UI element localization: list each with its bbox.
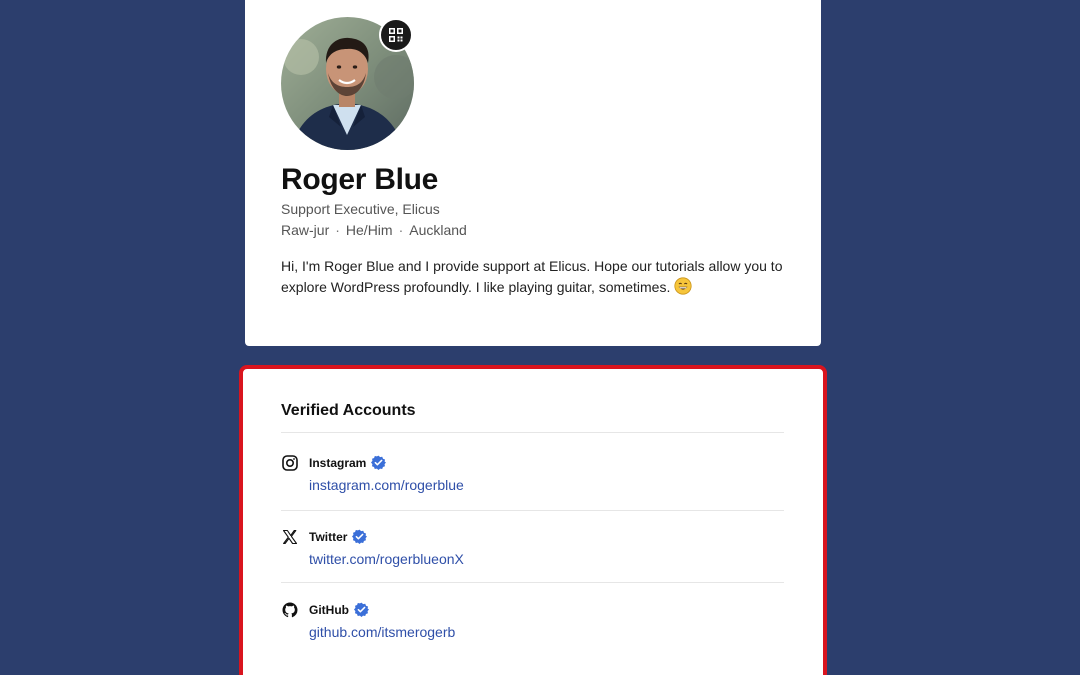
profile-pronouns: He/Him	[345, 222, 393, 238]
verified-badge-icon	[371, 455, 387, 470]
profile-pronunciation: Raw-jur	[281, 222, 330, 238]
account-name: GitHub	[309, 602, 369, 617]
profile-location: Auckland	[409, 222, 467, 238]
account-twitter: Twitter twitter.com/rogerblueonX	[281, 528, 784, 578]
divider	[281, 510, 784, 511]
divider	[281, 582, 784, 583]
instagram-link[interactable]: instagram.com/rogerblue	[309, 477, 464, 493]
qr-code-button[interactable]	[379, 18, 413, 52]
github-icon	[281, 601, 299, 619]
account-name: Twitter	[309, 529, 368, 544]
profile-role: Support Executive, Elicus	[281, 201, 440, 217]
profile-meta: Raw-jur · He/Him · Auckland	[281, 222, 467, 238]
grinning-face-icon	[674, 277, 692, 295]
page: Roger Blue Support Executive, Elicus Raw…	[0, 0, 1080, 675]
qr-code-icon	[389, 28, 403, 42]
meta-separator: ·	[335, 222, 340, 238]
profile-card: Roger Blue Support Executive, Elicus Raw…	[245, 0, 821, 346]
verified-accounts-title: Verified Accounts	[281, 402, 416, 419]
bio-text: Hi, I'm Roger Blue and I provide support…	[281, 258, 783, 295]
divider	[281, 432, 784, 433]
profile-bio: Hi, I'm Roger Blue and I provide support…	[281, 256, 791, 298]
avatar-container	[281, 17, 414, 150]
account-github: GitHub github.com/itsmerogerb	[281, 601, 784, 651]
x-icon	[281, 528, 299, 546]
account-name-label: Instagram	[309, 455, 367, 470]
account-name-label: Twitter	[309, 529, 348, 544]
account-instagram: Instagram instagram.com/rogerblue	[281, 454, 784, 504]
account-name: Instagram	[309, 455, 387, 470]
github-link[interactable]: github.com/itsmerogerb	[309, 624, 455, 640]
profile-name: Roger Blue	[281, 163, 439, 196]
meta-separator: ·	[398, 222, 404, 238]
instagram-icon	[281, 454, 299, 472]
verified-badge-icon	[354, 602, 369, 617]
verified-accounts-card: Verified Accounts Instagram instagram.co…	[239, 365, 827, 675]
account-name-label: GitHub	[309, 602, 349, 617]
twitter-link[interactable]: twitter.com/rogerblueonX	[309, 551, 464, 567]
verified-badge-icon	[352, 529, 368, 544]
